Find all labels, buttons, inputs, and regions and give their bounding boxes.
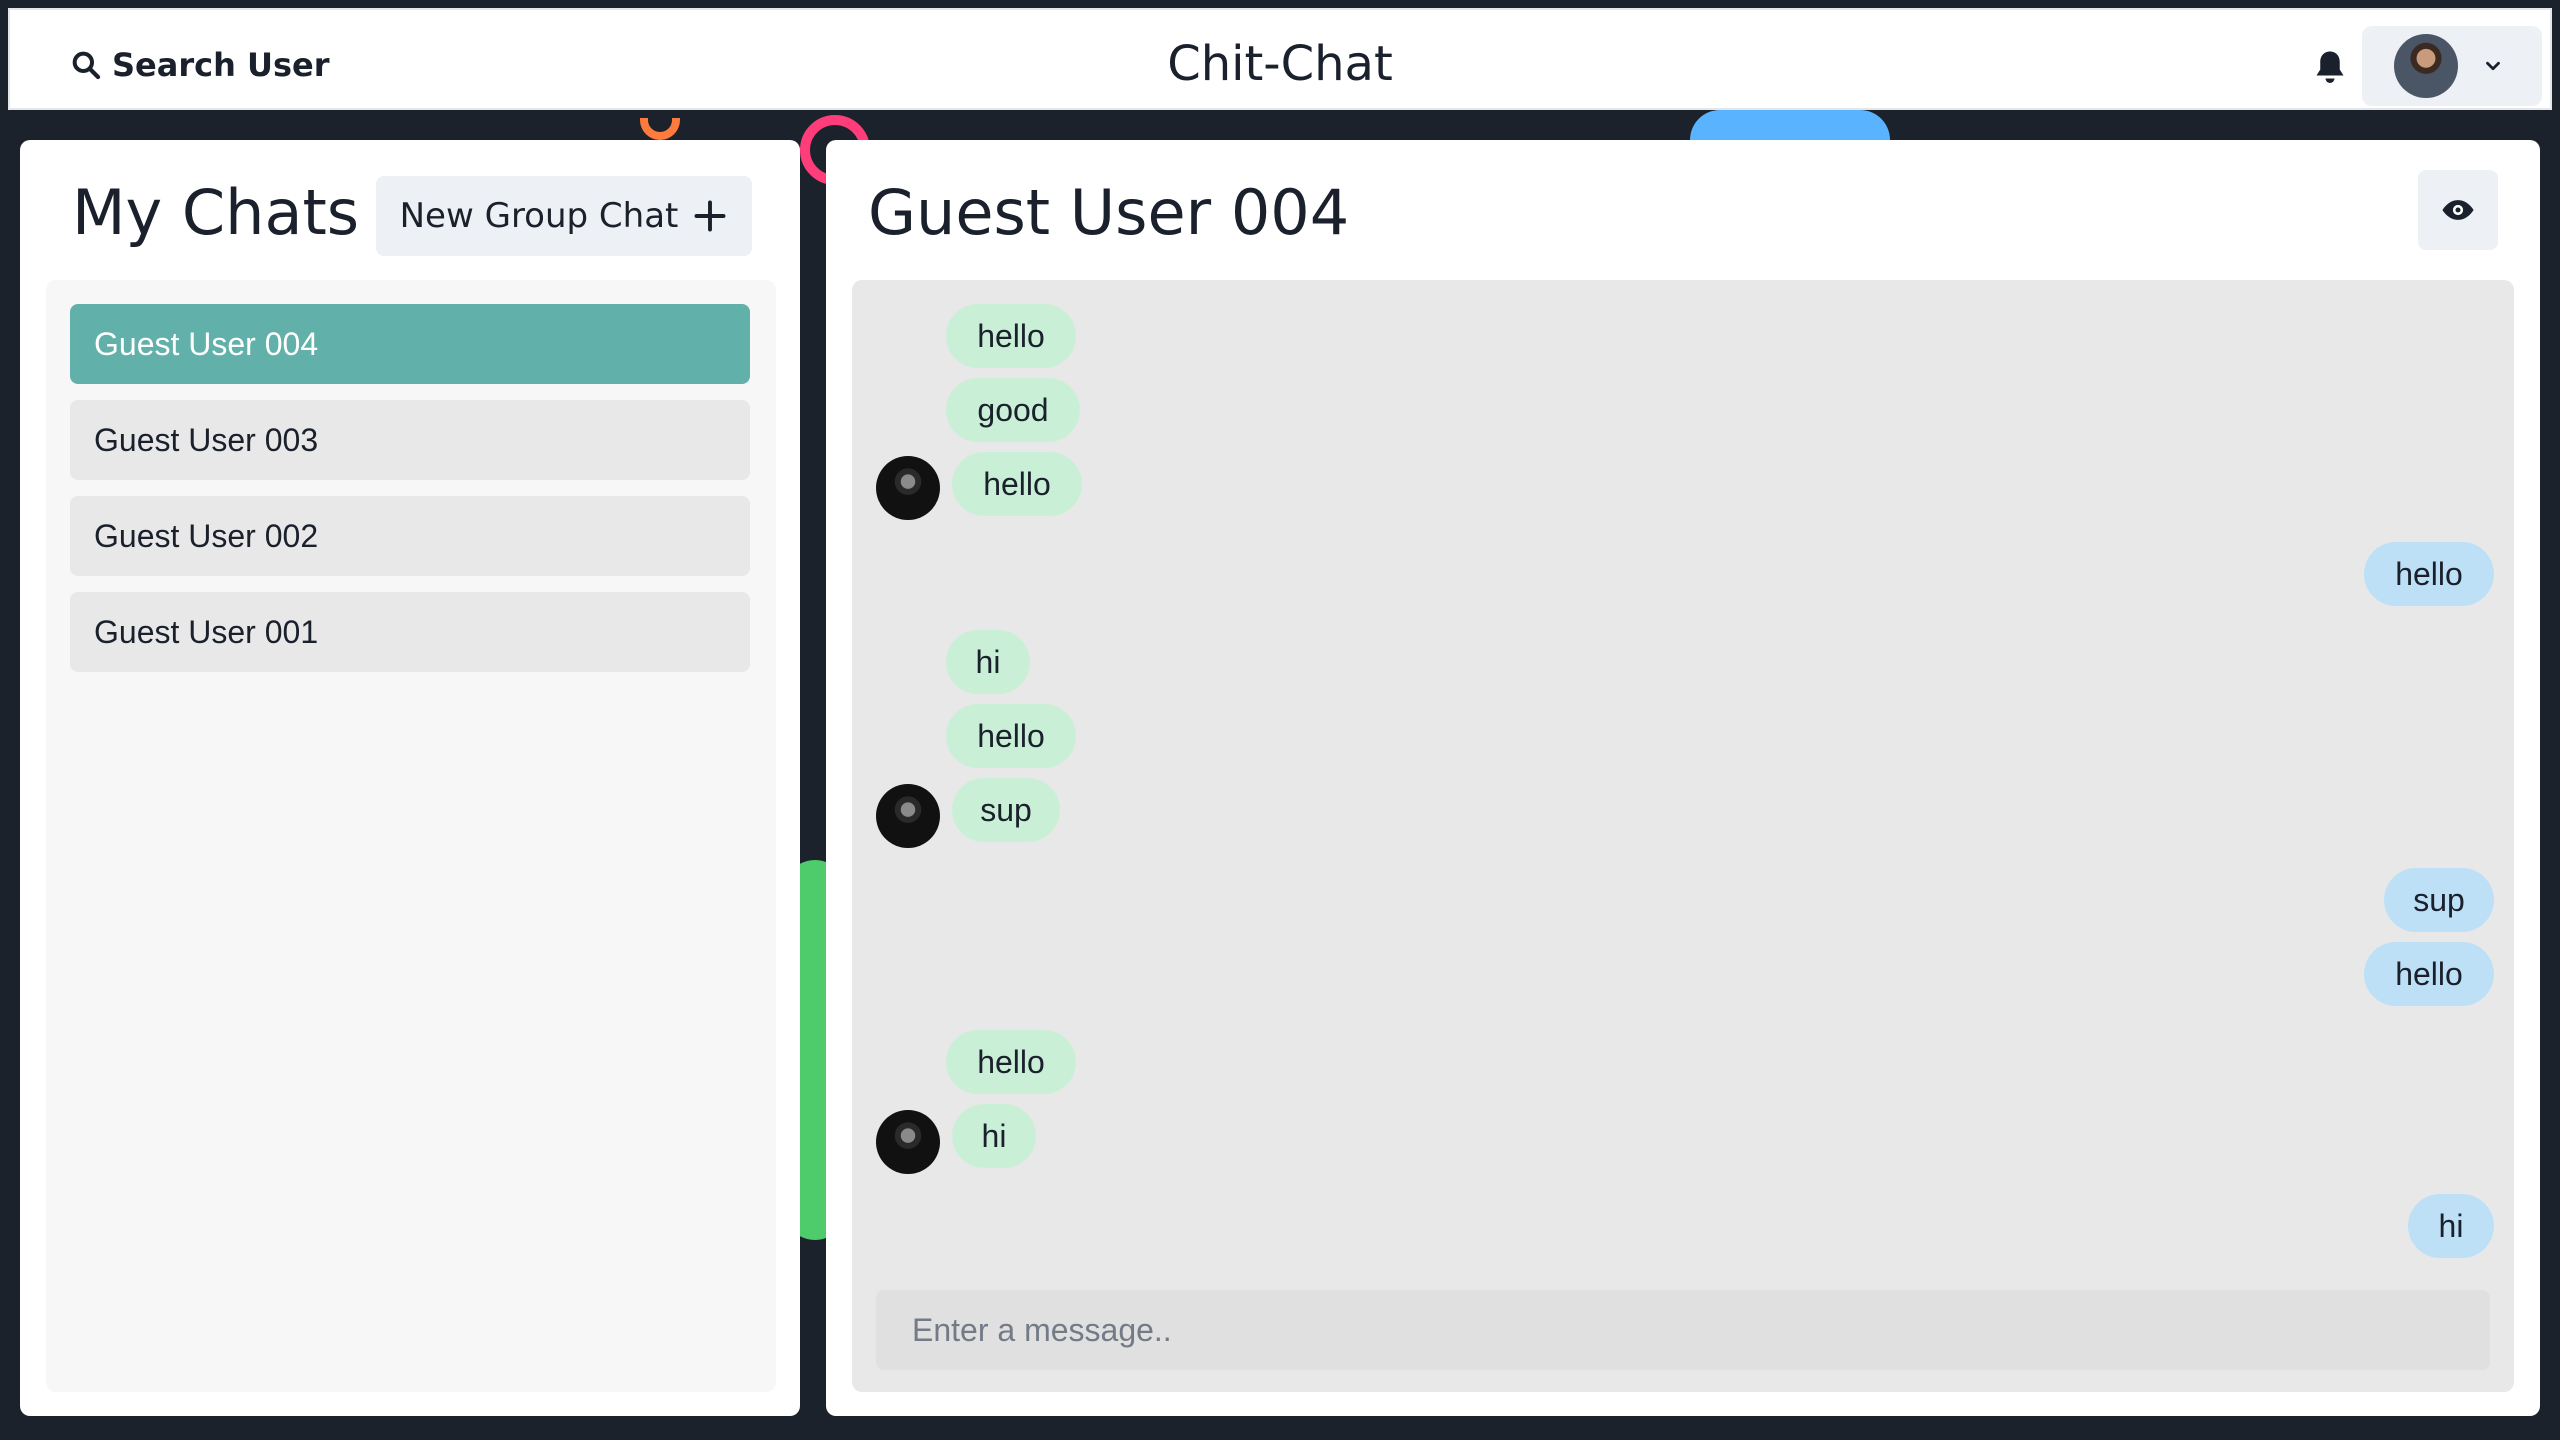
message-bubble: sup bbox=[2384, 868, 2494, 932]
profile-menu-button[interactable] bbox=[2362, 26, 2542, 106]
new-group-chat-button[interactable]: New Group Chat bbox=[376, 176, 752, 256]
wallpaper-shape bbox=[640, 118, 680, 140]
new-group-chat-label: New Group Chat bbox=[399, 196, 679, 236]
message-bubble: hello bbox=[2364, 542, 2494, 606]
chat-item-label: Guest User 001 bbox=[94, 613, 319, 650]
chat-item-label: Guest User 004 bbox=[94, 325, 319, 362]
message-bubble: hello bbox=[946, 704, 1076, 768]
message-bubble: hello bbox=[952, 452, 1082, 516]
chat-item-label: Guest User 002 bbox=[94, 517, 319, 554]
eye-icon bbox=[2442, 200, 2474, 220]
chat-item-guest-user-002[interactable]: Guest User 002 bbox=[70, 496, 750, 576]
chat-panel: Guest User 004 hello good hello hello hi… bbox=[826, 140, 2540, 1416]
chat-item-guest-user-003[interactable]: Guest User 003 bbox=[70, 400, 750, 480]
message-bubble: sup bbox=[952, 778, 1060, 842]
sender-avatar bbox=[876, 1110, 940, 1174]
chat-list: Guest User 004 Guest User 003 Guest User… bbox=[46, 280, 776, 1392]
my-chats-panel: My Chats New Group Chat Guest User 004 G… bbox=[20, 140, 800, 1416]
messages-area: hello good hello hello hi hello sup sup … bbox=[852, 280, 2514, 1392]
view-profile-button[interactable] bbox=[2418, 170, 2498, 250]
app-title: Chit-Chat bbox=[1167, 36, 1393, 92]
message-input[interactable] bbox=[876, 1290, 2490, 1370]
chat-item-guest-user-001[interactable]: Guest User 001 bbox=[70, 592, 750, 672]
sender-avatar bbox=[876, 456, 940, 520]
my-chats-title: My Chats bbox=[72, 176, 360, 249]
chevron-down-icon bbox=[2486, 61, 2500, 71]
plus-icon bbox=[694, 200, 726, 232]
chat-item-guest-user-004[interactable]: Guest User 004 bbox=[70, 304, 750, 384]
bell-icon[interactable] bbox=[2312, 48, 2348, 88]
top-navbar: Search User Chit-Chat bbox=[8, 8, 2552, 110]
chat-item-label: Guest User 003 bbox=[94, 421, 319, 458]
message-bubble: hello bbox=[946, 304, 1076, 368]
avatar bbox=[2394, 34, 2458, 98]
message-bubble: hi bbox=[946, 630, 1030, 694]
message-bubble: hello bbox=[2364, 942, 2494, 1006]
chat-title: Guest User 004 bbox=[868, 176, 1350, 249]
message-bubble: hi bbox=[2408, 1194, 2494, 1258]
message-bubble: good bbox=[946, 378, 1080, 442]
sender-avatar bbox=[876, 784, 940, 848]
message-bubble: hello bbox=[946, 1030, 1076, 1094]
message-bubble: hi bbox=[952, 1104, 1036, 1168]
